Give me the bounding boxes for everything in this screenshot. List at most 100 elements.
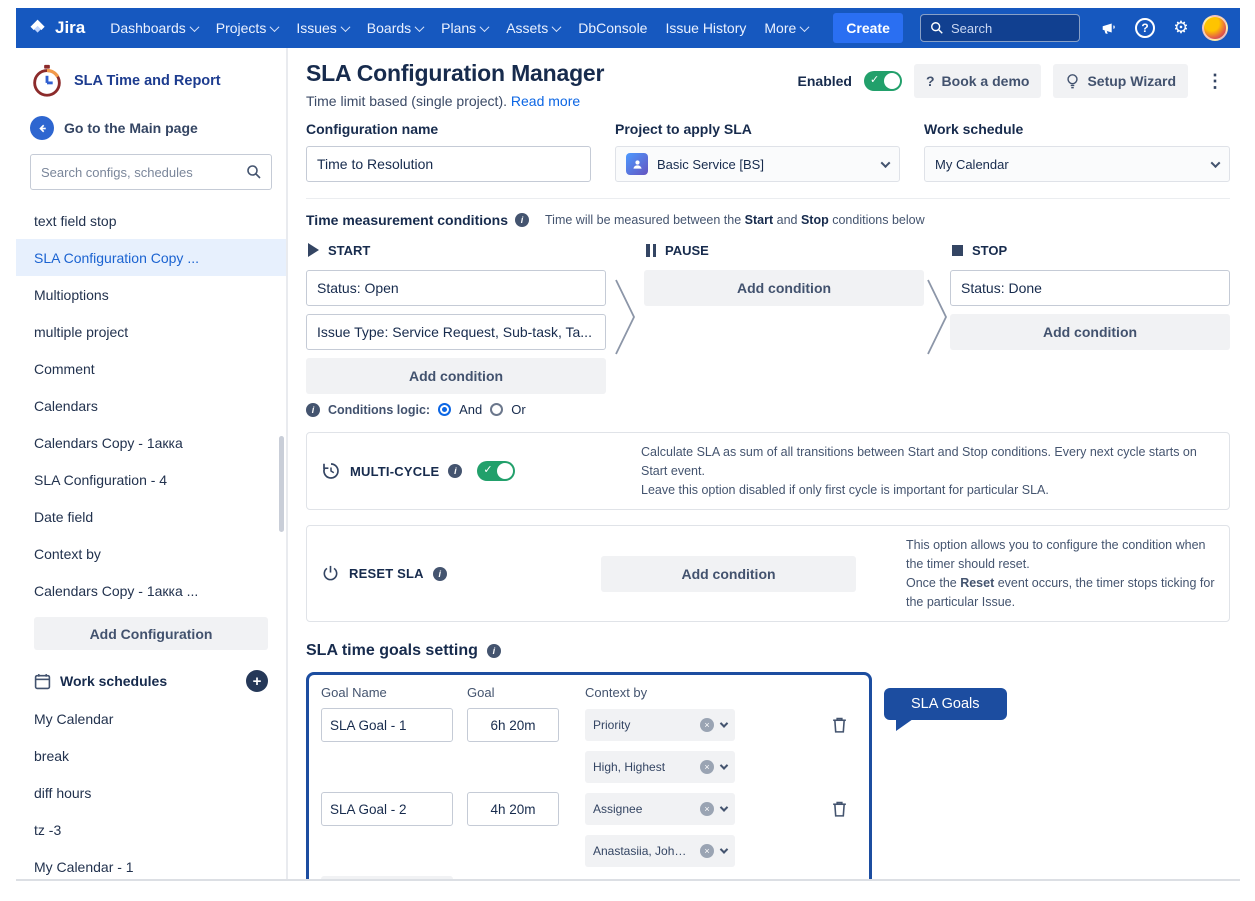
sidebar-schedule-item[interactable]: diff hours bbox=[16, 774, 286, 811]
start-add-condition-button[interactable]: Add condition bbox=[306, 358, 606, 394]
configuration-name-label: Configuration name bbox=[306, 121, 591, 137]
goal-name-input[interactable] bbox=[321, 792, 453, 826]
back-to-main-link[interactable]: Go to the Main page bbox=[16, 108, 286, 152]
sidebar-config-item[interactable]: text field stop bbox=[16, 202, 286, 239]
goal-name-input[interactable] bbox=[321, 708, 453, 742]
app-name: SLA Time and Report bbox=[74, 73, 221, 89]
nav-dashboards[interactable]: Dashboards bbox=[110, 20, 198, 36]
logic-and-radio[interactable] bbox=[438, 403, 451, 416]
chevron-down-icon bbox=[720, 846, 728, 854]
chevron-down-icon bbox=[720, 762, 728, 770]
info-icon[interactable]: i bbox=[487, 644, 501, 658]
clear-icon[interactable]: × bbox=[700, 760, 714, 774]
sidebar-config-item[interactable]: Context by bbox=[16, 535, 286, 572]
nav-issue-history[interactable]: Issue History bbox=[665, 20, 746, 36]
start-column: START Status: Open Issue Type: Service R… bbox=[306, 242, 606, 417]
sidebar-schedule-item[interactable]: My Calendar bbox=[16, 700, 286, 737]
project-label: Project to apply SLA bbox=[615, 121, 900, 137]
context-by-select[interactable]: Assignee × bbox=[585, 793, 735, 825]
reset-add-condition-button[interactable]: Add condition bbox=[601, 556, 856, 592]
config-search-input[interactable] bbox=[30, 154, 272, 190]
stop-condition[interactable]: Status: Done bbox=[950, 270, 1230, 306]
book-demo-button[interactable]: ?Book a demo bbox=[914, 64, 1041, 98]
sidebar-config-item[interactable]: Multioptions bbox=[16, 276, 286, 313]
clear-icon[interactable]: × bbox=[700, 718, 714, 732]
sidebar-schedule-item[interactable]: tz -3 bbox=[16, 811, 286, 848]
start-condition[interactable]: Issue Type: Service Request, Sub-task, T… bbox=[306, 314, 606, 350]
pause-add-condition-button[interactable]: Add condition bbox=[644, 270, 924, 306]
goal-value-input[interactable] bbox=[467, 708, 559, 742]
sidebar-schedule-item[interactable]: break bbox=[16, 737, 286, 774]
sidebar-config-item[interactable]: SLA Configuration - 4 bbox=[16, 461, 286, 498]
page-title: SLA Configuration Manager bbox=[306, 60, 604, 87]
app-logo: SLA Time and Report bbox=[16, 58, 286, 108]
work-schedule-select[interactable]: My Calendar bbox=[924, 146, 1230, 182]
context-values-select[interactable]: High, Highest × bbox=[585, 751, 735, 783]
sidebar-config-item[interactable]: multiple project bbox=[16, 313, 286, 350]
calendar-icon bbox=[34, 673, 51, 690]
sidebar-config-item-selected[interactable]: SLA Configuration Copy ... bbox=[16, 239, 286, 276]
search-icon bbox=[246, 164, 262, 180]
more-options-button[interactable]: ⋮ bbox=[1200, 64, 1230, 98]
announcements-button[interactable] bbox=[1094, 13, 1124, 43]
nav-dbconsole[interactable]: DbConsole bbox=[578, 20, 647, 36]
settings-button[interactable]: ⚙ bbox=[1166, 13, 1196, 43]
user-avatar[interactable] bbox=[1202, 15, 1228, 41]
multi-cycle-toggle[interactable]: ✓ bbox=[477, 461, 515, 481]
sidebar-scrollbar[interactable] bbox=[279, 436, 284, 532]
context-by-select[interactable]: Priority × bbox=[585, 709, 735, 741]
nav-issues[interactable]: Issues bbox=[296, 20, 348, 36]
trash-icon bbox=[831, 716, 848, 734]
sidebar-config-item[interactable]: Date field bbox=[16, 498, 286, 535]
jira-home-link[interactable]: Jira bbox=[28, 18, 85, 38]
stop-add-condition-button[interactable]: Add condition bbox=[950, 314, 1230, 350]
help-button[interactable]: ? bbox=[1130, 13, 1160, 43]
add-configuration-button[interactable]: Add Configuration bbox=[34, 617, 268, 650]
setup-wizard-button[interactable]: Setup Wizard bbox=[1053, 64, 1188, 98]
sidebar-config-item[interactable]: Comment bbox=[16, 350, 286, 387]
nav-projects[interactable]: Projects bbox=[216, 20, 279, 36]
info-icon[interactable]: i bbox=[515, 213, 529, 227]
play-icon bbox=[308, 243, 319, 257]
delete-goal-button[interactable] bbox=[821, 716, 857, 734]
logic-or-radio[interactable] bbox=[490, 403, 503, 416]
sidebar-config-item[interactable]: Calendars Copy - 1акка bbox=[16, 424, 286, 461]
nav-plans[interactable]: Plans bbox=[441, 20, 488, 36]
column-separator-chevron bbox=[924, 242, 950, 417]
chevron-down-icon bbox=[270, 22, 280, 32]
info-icon[interactable]: i bbox=[448, 464, 462, 478]
read-more-link[interactable]: Read more bbox=[511, 93, 580, 109]
add-goal-button[interactable]: Add goal bbox=[321, 876, 453, 879]
stop-column: STOP Status: Done Add condition bbox=[950, 242, 1230, 417]
context-values-select[interactable]: Anastasiia, John Smit... × bbox=[585, 835, 735, 867]
sidebar-config-item[interactable]: Calendars bbox=[16, 387, 286, 424]
configuration-name-input[interactable] bbox=[306, 146, 591, 182]
info-icon[interactable]: i bbox=[433, 567, 447, 581]
chevron-down-icon bbox=[480, 22, 490, 32]
nav-search-input[interactable] bbox=[951, 21, 1061, 36]
chevron-down-icon bbox=[340, 22, 350, 32]
main-content: SLA Configuration Manager Time limit bas… bbox=[288, 48, 1240, 879]
project-select[interactable]: Basic Service [BS] bbox=[615, 146, 900, 182]
chevron-down-icon bbox=[552, 22, 562, 32]
clear-icon[interactable]: × bbox=[700, 844, 714, 858]
add-schedule-button[interactable]: + bbox=[246, 670, 268, 692]
nav-more[interactable]: More bbox=[764, 20, 808, 36]
info-icon[interactable]: i bbox=[306, 403, 320, 417]
sidebar-config-item[interactable]: Calendars Copy - 1акка ... bbox=[16, 572, 286, 609]
delete-goal-button[interactable] bbox=[821, 800, 857, 818]
nav-search[interactable] bbox=[920, 14, 1080, 42]
start-condition[interactable]: Status: Open bbox=[306, 270, 606, 306]
nav-assets[interactable]: Assets bbox=[506, 20, 560, 36]
reset-sla-panel: RESET SLA i Add condition This option al… bbox=[306, 525, 1230, 622]
nav-boards[interactable]: Boards bbox=[367, 20, 423, 36]
trash-icon bbox=[831, 800, 848, 818]
chevron-down-icon bbox=[881, 158, 891, 168]
history-clock-icon bbox=[321, 461, 341, 481]
sidebar-schedule-item[interactable]: My Calendar - 1 bbox=[16, 848, 286, 885]
work-schedules-header: Work schedules + bbox=[16, 662, 286, 700]
enabled-toggle[interactable]: ✓ bbox=[864, 71, 902, 91]
goal-value-input[interactable] bbox=[467, 792, 559, 826]
create-button[interactable]: Create bbox=[833, 13, 903, 43]
clear-icon[interactable]: × bbox=[700, 802, 714, 816]
